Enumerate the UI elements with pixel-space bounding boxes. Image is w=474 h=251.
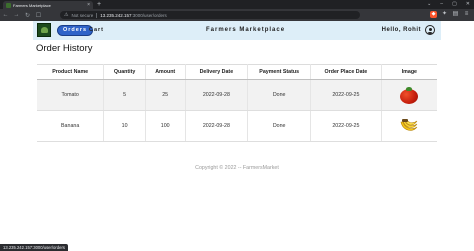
col-header-delivery-date: Delivery Date — [184, 64, 248, 80]
col-header-image: Image — [380, 64, 437, 80]
cell-payment-status: Done — [247, 110, 311, 142]
cell-amount: 25 — [144, 79, 185, 111]
col-header-order-date: Order Place Date — [310, 64, 382, 80]
cell-delivery-date: 2022-09-28 — [184, 79, 248, 111]
account-icon[interactable] — [425, 25, 435, 35]
extensions-icon[interactable]: ✦ — [441, 11, 448, 18]
back-icon[interactable]: ← — [0, 12, 11, 18]
tomato-body — [400, 88, 419, 104]
brand-title: Farmers Marketplace — [206, 27, 286, 33]
cell-image — [380, 79, 437, 111]
cart-nav-link[interactable]: Cart — [89, 25, 104, 36]
reload-icon[interactable]: ↻ — [22, 12, 33, 19]
close-window-icon[interactable]: ✕ — [466, 1, 470, 7]
warning-icon[interactable]: ⚠ — [64, 12, 68, 18]
table-row: Banana 10 100 2022-09-28 Done 2022-09-25 — [37, 110, 437, 142]
new-tab-icon[interactable]: + — [97, 1, 101, 8]
cell-product: Tomato — [37, 79, 104, 111]
url-path[interactable]: :3000/user/orders — [132, 13, 167, 18]
col-header-payment-status: Payment Status — [247, 64, 311, 80]
browser-status-url: 13.235.242.157:3000/user/orders — [0, 244, 68, 251]
toolbar-actions: ◆ ✦ ▤ ≡ — [430, 11, 470, 18]
farm-logo-icon[interactable] — [37, 23, 51, 37]
user-greeting: Hello, Rohit — [381, 27, 421, 33]
close-tab-icon[interactable]: × — [87, 2, 90, 8]
browser-toolbar: ← → ↻ ☐ ⚠ Not secure 13.235.242.157 :300… — [0, 9, 474, 21]
minimize-icon[interactable]: – — [440, 1, 443, 7]
cell-delivery-date: 2022-09-28 — [184, 110, 248, 142]
forward-icon[interactable]: → — [11, 12, 22, 18]
menu-icon[interactable]: ≡ — [463, 11, 470, 18]
cell-order-date: 2022-09-25 — [310, 110, 382, 142]
banana-image — [399, 118, 419, 134]
banana-icon — [400, 119, 418, 131]
browser-tab[interactable]: Farmers Marketplace × — [3, 1, 93, 9]
cell-quantity: 5 — [103, 79, 146, 111]
cell-quantity: 10 — [103, 110, 146, 142]
address-bar[interactable]: ⚠ Not secure 13.235.242.157 :3000/user/o… — [60, 11, 360, 19]
chevron-down-icon[interactable]: ⌄ — [427, 1, 431, 7]
cell-product: Banana — [37, 110, 104, 142]
browser-tab-strip: Farmers Marketplace × + ⌄ – ▢ ✕ — [0, 0, 474, 9]
brave-shield-icon[interactable]: ◆ — [430, 11, 437, 18]
divider — [96, 12, 98, 18]
tomato-image — [400, 86, 419, 104]
site-favicon-icon — [6, 2, 11, 8]
cell-amount: 100 — [144, 110, 185, 142]
table-header-row: Product Name Quantity Amount Delivery Da… — [37, 64, 437, 80]
order-history-table: Product Name Quantity Amount Delivery Da… — [37, 64, 437, 142]
cell-image — [380, 110, 437, 142]
cell-order-date: 2022-09-25 — [310, 79, 382, 111]
footer-copyright: Copyright © 2022 -- FarmersMarket — [195, 165, 279, 171]
url-host[interactable]: 13.235.242.157 — [100, 13, 131, 18]
sidebar-icon[interactable]: ▤ — [452, 11, 459, 18]
orders-nav-button[interactable]: Orders — [57, 25, 94, 36]
app-navbar: Orders Cart Farmers Marketplace Hello, R… — [33, 21, 441, 40]
table-row: Tomato 5 25 2022-09-28 Done 2022-09-25 — [37, 79, 437, 111]
tomato-leaf — [406, 86, 413, 91]
col-header-quantity: Quantity — [103, 64, 146, 80]
maximize-icon[interactable]: ▢ — [452, 1, 457, 7]
window-controls: ⌄ – ▢ ✕ — [427, 1, 470, 7]
cell-payment-status: Done — [247, 79, 311, 111]
tab-title: Farmers Marketplace — [13, 2, 51, 8]
col-header-amount: Amount — [144, 64, 185, 80]
col-header-product: Product Name — [37, 64, 104, 80]
bookmark-icon[interactable]: ☐ — [33, 12, 44, 19]
security-label[interactable]: Not secure — [71, 13, 93, 18]
page-title: Order History — [36, 43, 93, 54]
